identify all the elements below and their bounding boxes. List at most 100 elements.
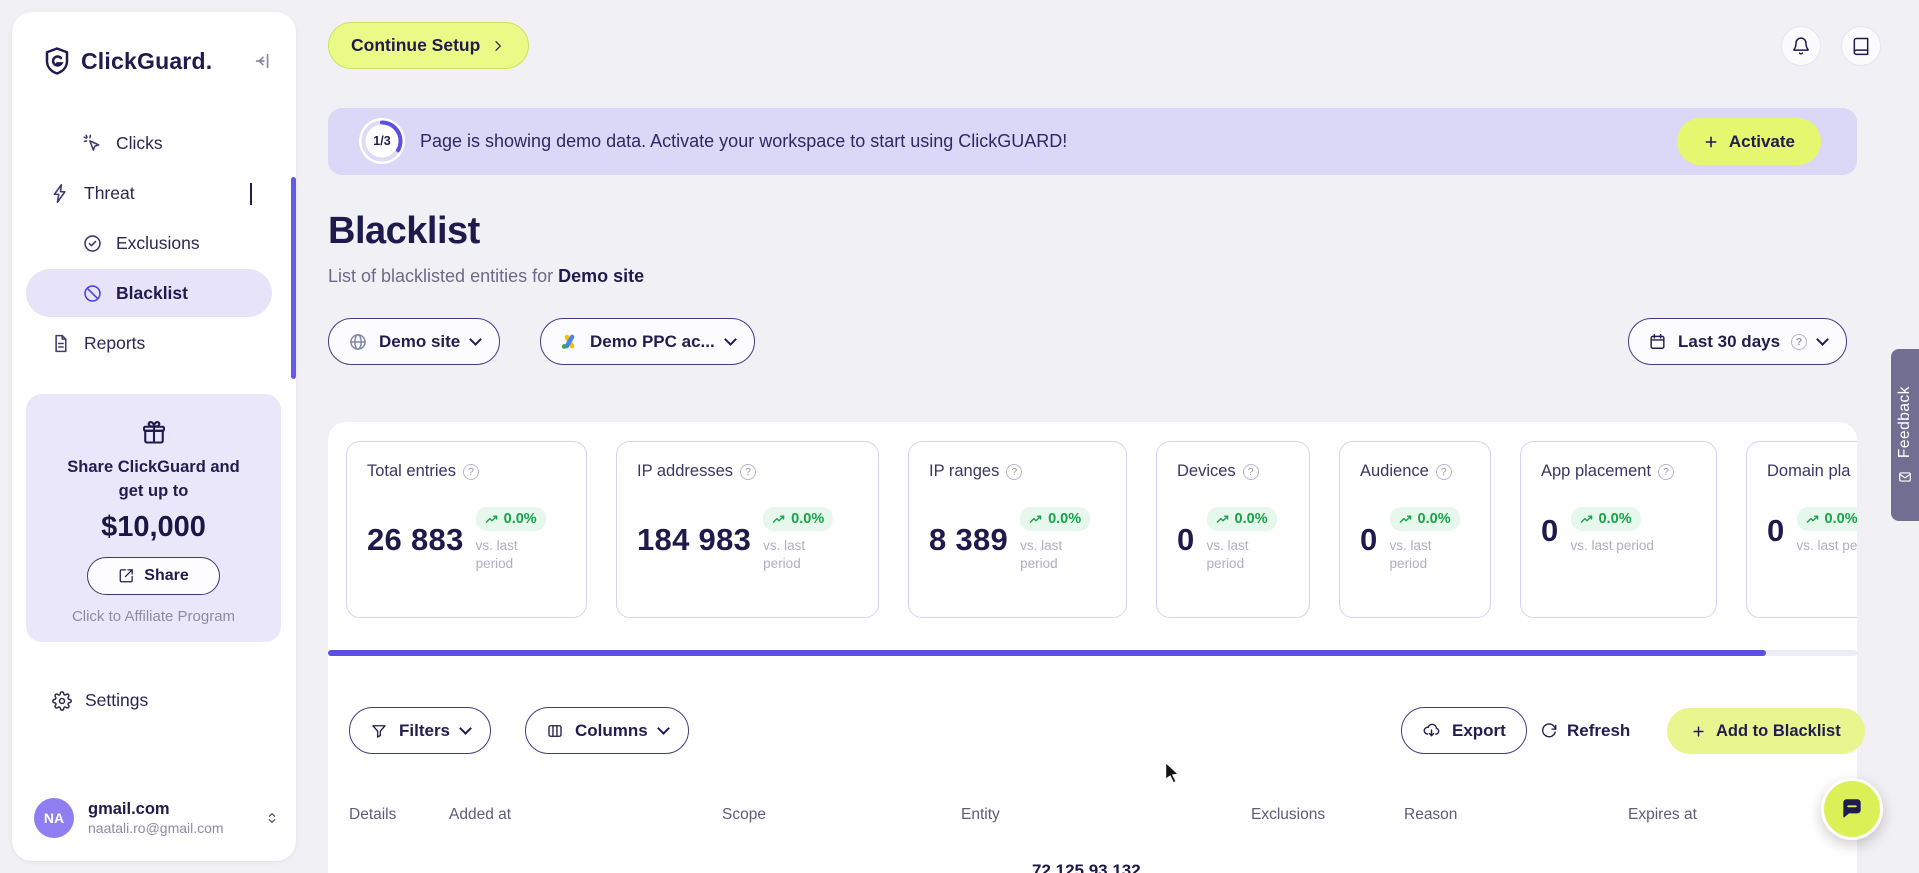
column-header-reason[interactable]: Reason <box>1404 806 1457 824</box>
sidebar-item-threat[interactable]: Threat <box>12 168 286 218</box>
stat-label: Devices <box>1177 462 1236 480</box>
trend-badge: 0.0% <box>1389 507 1460 531</box>
column-header-added-at[interactable]: Added at <box>449 806 511 824</box>
chevron-down-icon <box>459 722 472 735</box>
trend-note: vs. last period <box>1206 538 1249 572</box>
stat-card-total-entries: Total entries 26 883 0.0% vs. last perio… <box>346 441 587 618</box>
ppc-account-selector[interactable]: Demo PPC ac... <box>540 318 755 365</box>
trend-value: 0.0% <box>1417 511 1451 527</box>
help-icon <box>1791 333 1808 350</box>
chevron-right-icon <box>490 38 506 54</box>
account-switcher[interactable]: NA gmail.com naatali.ro@gmail.com <box>34 798 280 838</box>
stat-label: Audience <box>1360 462 1429 480</box>
refresh-button[interactable]: Refresh <box>1540 707 1630 754</box>
add-to-blacklist-button[interactable]: Add to Blacklist <box>1667 708 1865 754</box>
sidebar-item-label: Reports <box>84 332 146 353</box>
user-info: gmail.com naatali.ro@gmail.com <box>88 799 224 837</box>
stat-label: App placement <box>1541 462 1652 480</box>
stat-value: 0 <box>1767 513 1785 549</box>
refresh-button-label: Refresh <box>1567 720 1631 740</box>
ban-icon <box>82 283 103 304</box>
trend-value: 0.0% <box>1824 511 1857 527</box>
column-header-details[interactable]: Details <box>349 806 396 824</box>
chevron-down-icon <box>656 722 670 735</box>
page-subtitle: List of blacklisted entities for Demo si… <box>328 266 644 287</box>
help-icon[interactable] <box>1658 463 1675 480</box>
help-icon[interactable] <box>462 463 479 480</box>
stat-label: IP addresses <box>637 462 734 480</box>
help-icon[interactable] <box>1435 463 1452 480</box>
user-name: gmail.com <box>88 799 170 818</box>
affiliate-promo-card[interactable]: Share ClickGuard and get up to $10,000 S… <box>26 394 281 642</box>
stat-value: 184 983 <box>637 522 752 558</box>
trend-value: 0.0% <box>791 511 825 527</box>
export-button[interactable]: Export <box>1401 707 1527 754</box>
columns-button-label: Columns <box>575 720 648 740</box>
sidebar-item-settings[interactable]: Settings <box>52 690 148 711</box>
trend-note: vs. last period <box>1020 538 1063 572</box>
sidebar-item-exclusions[interactable]: Exclusions <box>12 218 286 268</box>
chevron-up-icon[interactable] <box>250 182 252 205</box>
share-button[interactable]: Share <box>87 556 220 595</box>
feedback-tab[interactable]: Feedback <box>1891 349 1919 521</box>
columns-button[interactable]: Columns <box>525 707 689 754</box>
stat-card-ip-ranges: IP ranges 8 389 0.0% vs. last period <box>908 441 1127 618</box>
continue-setup-button[interactable]: Continue Setup <box>328 22 530 69</box>
filters-button[interactable]: Filters <box>349 707 492 754</box>
chat-widget-button[interactable] <box>1821 778 1883 840</box>
book-icon <box>1851 36 1871 56</box>
badge-check-icon <box>82 233 103 254</box>
trend-badge: 0.0% <box>1020 507 1091 531</box>
date-range-selector[interactable]: Last 30 days <box>1628 318 1848 365</box>
bell-icon <box>1791 36 1811 56</box>
sidebar-collapse-icon[interactable] <box>252 50 274 72</box>
sidebar-item-clicks[interactable]: Clicks <box>12 118 286 168</box>
docs-button[interactable] <box>1841 26 1881 66</box>
help-icon[interactable] <box>740 463 757 480</box>
table-row-entity-cell[interactable]: 72.125.93.132 <box>1032 861 1141 873</box>
trend-value: 0.0% <box>1598 511 1632 527</box>
demo-data-banner: 1/3 Page is showing demo data. Activate … <box>328 108 1857 175</box>
sidebar-item-reports[interactable]: Reports <box>12 318 286 368</box>
stat-card-app-placement: App placement 0 0.0% vs. last period <box>1520 441 1717 618</box>
chevrons-up-down-icon <box>264 810 280 826</box>
site-selector[interactable]: Demo site <box>328 318 501 365</box>
sidebar-item-label: Threat <box>84 182 135 203</box>
plus-icon <box>1703 134 1719 150</box>
globe-icon <box>348 332 368 352</box>
sidebar-item-label: Clicks <box>116 132 163 153</box>
stat-value: 8 389 <box>929 522 1009 558</box>
brand-name: ClickGuard. <box>81 47 213 74</box>
sidebar-item-blacklist[interactable]: Blacklist <box>26 269 272 317</box>
stat-card-ip-addresses: IP addresses 184 983 0.0% vs. last perio… <box>616 441 879 618</box>
stat-card-audience: Audience 0 0.0% vs. last period <box>1339 441 1491 618</box>
sidebar-scrollbar[interactable] <box>291 177 296 379</box>
trend-up-icon <box>772 515 785 523</box>
cards-scrollbar-thumb[interactable] <box>328 650 1766 656</box>
column-header-expires-at[interactable]: Expires at <box>1628 806 1697 824</box>
promo-title: Share ClickGuard and get up to <box>67 458 240 500</box>
sidebar: ClickGuard. Clicks Threat Exclusions Bla… <box>12 12 296 861</box>
help-icon[interactable] <box>1242 463 1259 480</box>
column-header-entity[interactable]: Entity <box>961 806 1000 824</box>
calendar-icon <box>1648 332 1667 351</box>
activate-button[interactable]: Activate <box>1676 118 1821 165</box>
trend-note: vs. last period <box>1389 538 1432 572</box>
envelope-icon <box>1898 470 1912 484</box>
chevron-down-icon <box>469 333 483 346</box>
chevron-down-icon <box>723 333 737 346</box>
column-header-scope[interactable]: Scope <box>722 806 766 824</box>
page-title: Blacklist <box>328 210 480 252</box>
stat-card-domain-placement: Domain pla 0 0.0% vs. last per <box>1746 441 1857 618</box>
help-icon[interactable] <box>1006 463 1023 480</box>
activate-button-label: Activate <box>1728 131 1795 151</box>
notifications-button[interactable] <box>1781 26 1821 66</box>
trend-up-icon <box>1216 515 1228 523</box>
stat-value: 0 <box>1360 522 1378 558</box>
ppc-selector-value: Demo PPC ac... <box>590 331 715 351</box>
stat-value: 0 <box>1177 522 1195 558</box>
sidebar-item-label: Blacklist <box>116 282 188 303</box>
column-header-exclusions[interactable]: Exclusions <box>1251 806 1325 824</box>
feedback-tab-label: Feedback <box>1896 386 1913 459</box>
trend-up-icon <box>1580 515 1592 523</box>
